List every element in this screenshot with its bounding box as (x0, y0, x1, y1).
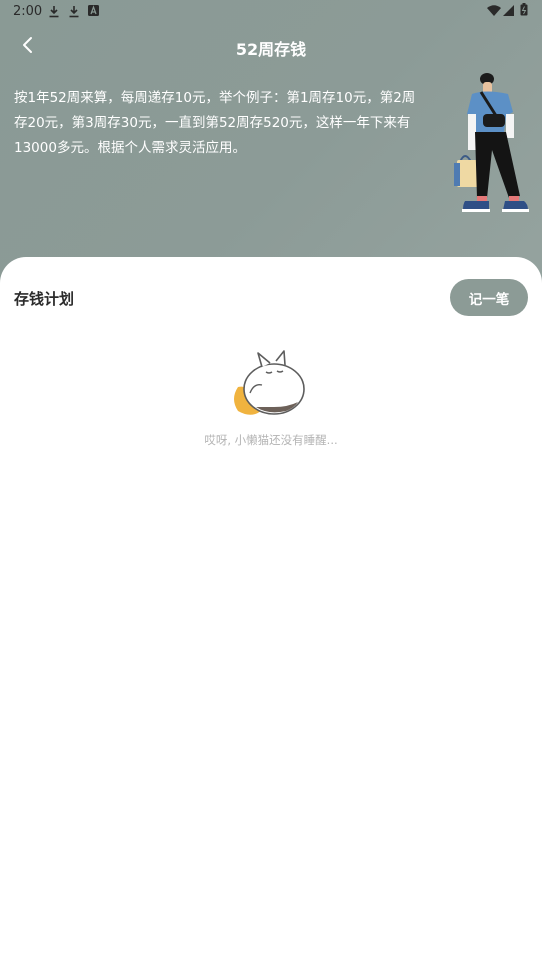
signal-icon (503, 5, 514, 16)
download-icon (69, 6, 79, 18)
sleeping-cat-icon (234, 350, 305, 415)
battery-icon (520, 3, 528, 16)
page-title: 52周存钱 (235, 40, 307, 59)
savings-plan-panel: 存钱计划 记一笔 哎呀, 小懒猫还没有睡醒... (0, 257, 542, 965)
wifi-icon (487, 5, 501, 16)
record-button[interactable]: 记一笔 (450, 279, 528, 316)
status-time: 2:00 (13, 4, 43, 19)
rule-description: 按1年52周来算，每周递存10元，举个例子：第1周存10元，第2周存20元，第3… (14, 90, 416, 156)
plan-title: 存钱计划 (14, 290, 75, 308)
shopping-person-illustration (454, 73, 529, 212)
download-icon (49, 6, 59, 18)
empty-state-text: 哎呀, 小懒猫还没有睡醒... (204, 433, 338, 447)
text-a-icon (88, 5, 99, 16)
status-bar: 2:00 (0, 0, 542, 24)
